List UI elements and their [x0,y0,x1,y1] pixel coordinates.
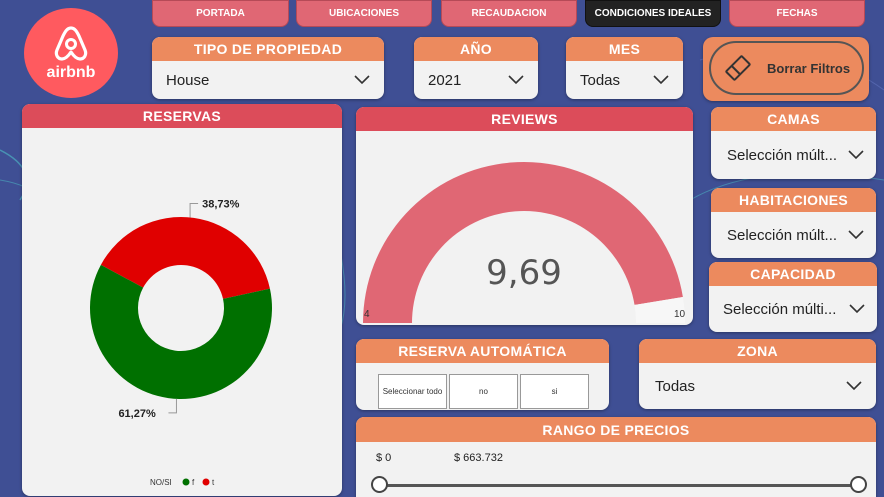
rango-precios-slicer: RANGO DE PRECIOS $ 0 $ 663.732 [356,417,876,497]
chevron-down-icon [849,304,865,314]
anio-dropdown[interactable]: 2021 [414,61,538,99]
chevron-down-icon [653,75,669,85]
legend-label-f: f [192,478,195,487]
chevron-down-icon [508,75,524,85]
zona-value: Todas [655,377,696,395]
gauge-value-label: 9,69 [486,253,562,293]
data-label-t: 38,73% [202,198,240,210]
gauge-value-arc[interactable] [363,161,683,323]
reserva-automatica-slicer: RESERVA AUTOMÁTICA Seleccionar todo no s… [356,339,609,410]
nav-recaudacion[interactable]: RECAUDACION [441,0,577,27]
airbnb-logo-icon [54,26,88,61]
nav-ubicaciones[interactable]: UBICACIONES [296,0,432,27]
capacidad-dropdown[interactable]: Selección múlti... [709,286,877,332]
option-no[interactable]: no [449,374,518,409]
airbnb-logo: airbnb [24,8,118,98]
option-si[interactable]: si [520,374,589,409]
anio-value: 2021 [428,71,462,89]
legend-title: NO/SI [150,478,172,487]
gauge-max-label: 10 [674,309,686,320]
donut-legend: NO/SI f t [150,478,215,487]
legend-label-t: t [212,478,215,487]
camas-dropdown[interactable]: Selección múlt... [711,131,876,179]
habitaciones-value: Selección múlt... [727,226,838,244]
zona-slicer: ZONA Todas [639,339,876,409]
legend-swatch-t [202,478,210,486]
reservas-card: RESERVAS 38,73% 61,27% NO/SI f t [22,104,342,496]
zona-dropdown[interactable]: Todas [639,363,876,409]
option-seleccionar-todo[interactable]: Seleccionar todo [378,374,447,409]
rango-precios-title: RANGO DE PRECIOS [356,417,876,442]
anio-title: AÑO [414,37,538,61]
mes-title: MES [566,37,683,61]
camas-value: Selección múlt... [727,146,838,164]
label-leader-t [189,202,199,218]
chevron-down-icon [354,75,370,85]
eraser-icon [725,55,751,81]
precio-max-handle[interactable] [850,476,867,493]
precio-slider-track [378,484,858,487]
habitaciones-dropdown[interactable]: Selección múlt... [711,212,876,258]
reserva-automatica-title: RESERVA AUTOMÁTICA [356,339,609,363]
capacidad-title: CAPACIDAD [709,262,877,286]
label-leader-f [168,398,177,414]
gauge-min-label: 4 [364,309,370,320]
anio-slicer: AÑO 2021 [414,37,538,99]
precio-min-handle[interactable] [371,476,388,493]
reviews-title: REVIEWS [356,107,693,131]
nav-condiciones-ideales[interactable]: CONDICIONES IDEALES [585,0,721,27]
tipo-propiedad-dropdown[interactable]: House [152,61,384,99]
mes-dropdown[interactable]: Todas [566,61,683,99]
reviews-card: REVIEWS 9,69 4 10 [356,107,693,325]
data-label-f: 61,27% [118,408,156,420]
tipo-propiedad-slicer: TIPO DE PROPIEDAD House [152,37,384,99]
chevron-down-icon [848,150,864,160]
mes-value: Todas [580,71,621,89]
reviews-gauge-chart: 9,69 4 10 [363,161,686,323]
mes-slicer: MES Todas [566,37,683,99]
habitaciones-title: HABITACIONES [711,188,876,212]
capacidad-value: Selección múlti... [723,300,837,318]
tipo-propiedad-title: TIPO DE PROPIEDAD [152,37,384,61]
habitaciones-slicer: HABITACIONES Selección múlt... [711,188,876,258]
precio-max-value[interactable]: $ 663.732 [454,452,503,464]
chevron-down-icon [848,230,864,240]
zona-title: ZONA [639,339,876,363]
tipo-propiedad-value: House [166,71,210,89]
nav-fechas[interactable]: FECHAS [729,0,865,27]
nav-portada[interactable]: PORTADA [152,0,289,27]
borrar-filtros-label: Borrar Filtros [767,60,851,76]
camas-title: CAMAS [711,107,876,131]
logo-text: airbnb [46,64,96,81]
legend-swatch-f [182,478,190,486]
reservas-donut-chart: 38,73% 61,27% NO/SI f t [90,198,272,487]
reservas-title: RESERVAS [22,104,342,128]
precio-min-value[interactable]: $ 0 [376,452,391,464]
borrar-filtros-button[interactable]: Borrar Filtros [703,37,869,101]
chevron-down-icon [846,381,862,391]
camas-slicer: CAMAS Selección múlt... [711,107,876,179]
capacidad-slicer: CAPACIDAD Selección múlti... [709,262,877,332]
